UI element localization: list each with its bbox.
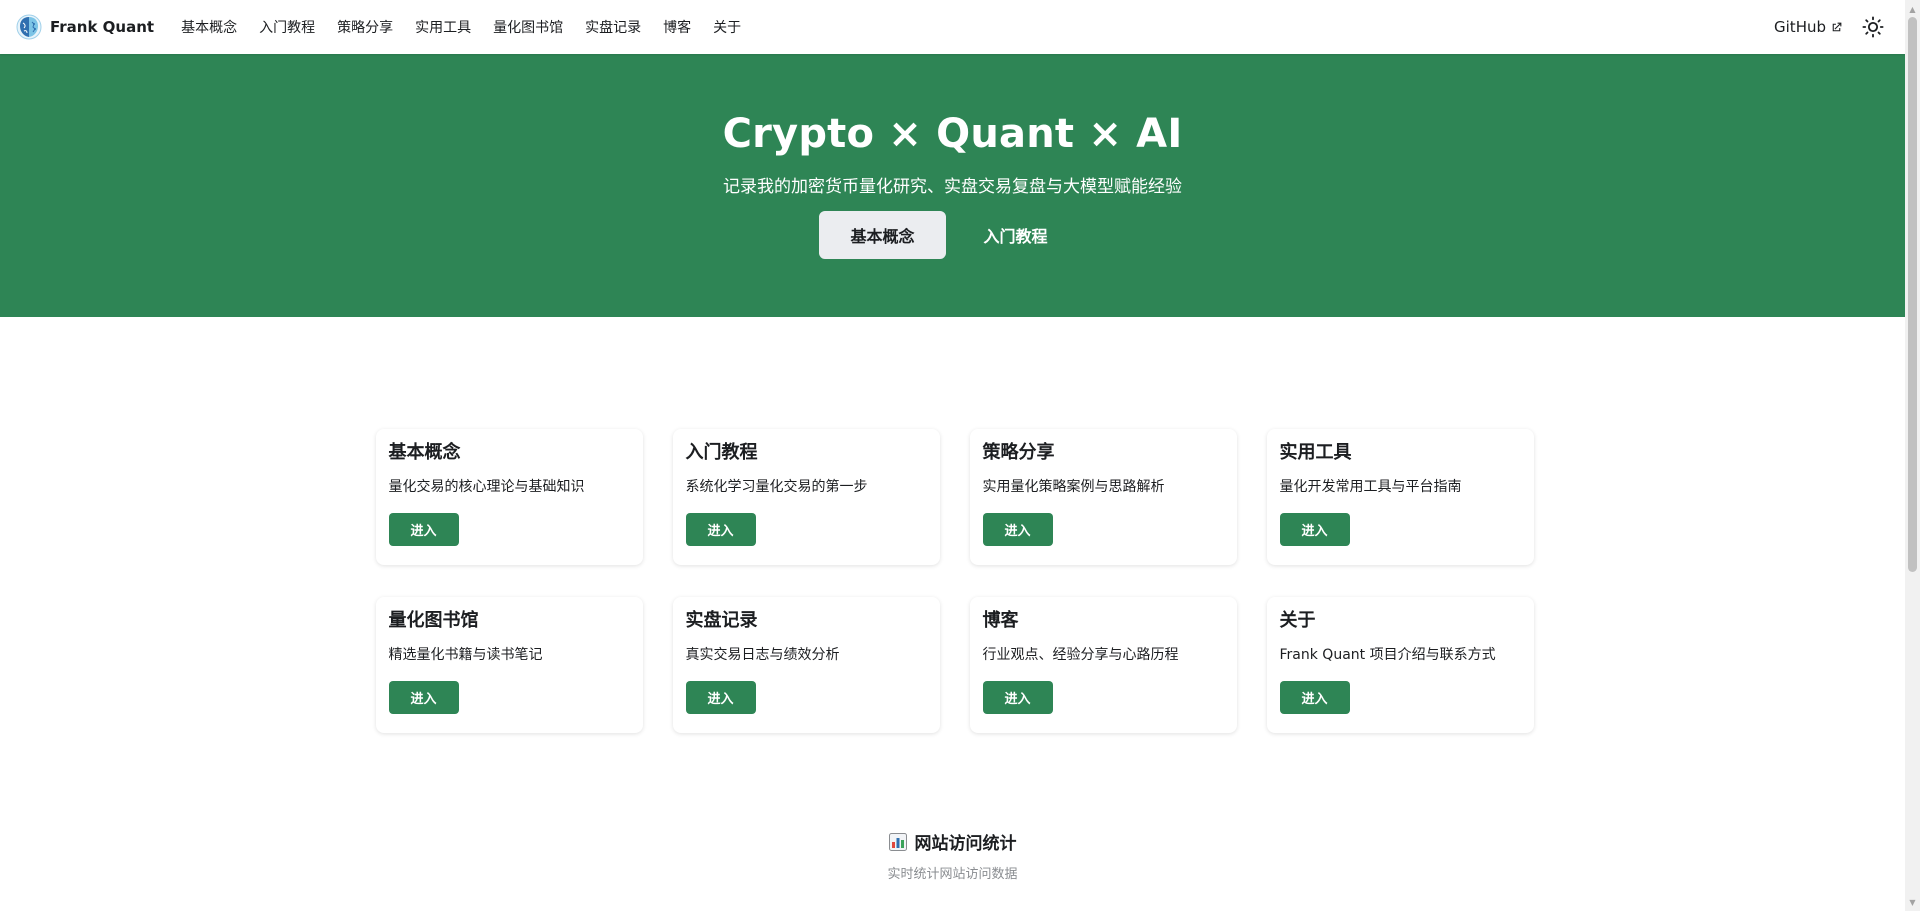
stats-title: 网站访问统计 (888, 829, 1017, 854)
card-description: 实用量化策略案例与思路解析 (982, 479, 1165, 496)
nav-right: GitHub (1774, 11, 1889, 43)
card-live-records: 实盘记录 真实交易日志与绩效分析 进入 (672, 597, 940, 733)
card-description: 系统化学习量化交易的第一步 (685, 479, 868, 496)
stats-title-text: 网站访问统计 (914, 834, 1017, 854)
nav-item-strategies[interactable]: 策略分享 (326, 13, 404, 41)
card-enter-button[interactable]: 进入 (982, 512, 1053, 546)
card-basic-concepts: 基本概念 量化交易的核心理论与基础知识 进入 (375, 429, 643, 565)
nav-item-about[interactable]: 关于 (702, 13, 752, 41)
card-description: Frank Quant 项目介绍与联系方式 (1279, 647, 1496, 664)
nav-item-tutorials[interactable]: 入门教程 (248, 13, 326, 41)
scroll-thumb[interactable] (1908, 17, 1917, 572)
card-title: 关于 (1279, 610, 1316, 631)
theme-toggle-button[interactable] (1857, 11, 1889, 43)
scroll-up-arrow-icon[interactable]: ▲ (1905, 2, 1920, 16)
hero-banner: Crypto × Quant × AI 记录我的加密货币量化研究、实盘交易复盘与… (0, 54, 1905, 317)
page: Frank Quant 基本概念 入门教程 策略分享 实用工具 量化图书馆 实盘… (0, 0, 1905, 911)
card-enter-button[interactable]: 进入 (1279, 512, 1350, 546)
nav-item-blog[interactable]: 博客 (652, 13, 702, 41)
stats-subtitle: 实时统计网站访问数据 (887, 866, 1018, 882)
site-stats: 网站访问统计 实时统计网站访问数据 (0, 829, 1905, 882)
card-strategies: 策略分享 实用量化策略案例与思路解析 进入 (969, 429, 1237, 565)
github-link[interactable]: GitHub (1774, 18, 1843, 36)
external-link-icon (1832, 22, 1842, 31)
brand-title: Frank Quant (50, 18, 155, 36)
card-description: 量化开发常用工具与平台指南 (1279, 479, 1462, 496)
nav-item-tools[interactable]: 实用工具 (404, 13, 482, 41)
card-library: 量化图书馆 精选量化书籍与读书笔记 进入 (375, 597, 643, 733)
sun-icon (1862, 16, 1884, 38)
hero-subtitle: 记录我的加密货币量化研究、实盘交易复盘与大模型赋能经验 (723, 177, 1182, 197)
card-enter-button[interactable]: 进入 (388, 512, 459, 546)
hero-title: Crypto × Quant × AI (722, 111, 1183, 157)
card-enter-button[interactable]: 进入 (1279, 680, 1350, 714)
scroll-down-arrow-icon[interactable]: ▼ (1905, 895, 1920, 909)
nav-items: 基本概念 入门教程 策略分享 实用工具 量化图书馆 实盘记录 博客 关于 (170, 13, 752, 41)
vertical-scrollbar[interactable]: ▲ ▼ (1905, 0, 1920, 911)
card-about: 关于 Frank Quant 项目介绍与联系方式 进入 (1266, 597, 1534, 733)
hero-tutorials-button[interactable]: 入门教程 (946, 212, 1086, 258)
card-title: 实盘记录 (685, 610, 758, 631)
hero-buttons: 基本概念 入门教程 (0, 211, 1905, 259)
feature-cards: 基本概念 量化交易的核心理论与基础知识 进入 入门教程 系统化学习量化交易的第一… (375, 429, 1534, 733)
brand-link[interactable]: Frank Quant (16, 14, 154, 40)
card-description: 量化交易的核心理论与基础知识 (388, 479, 585, 496)
card-title: 量化图书馆 (388, 610, 479, 631)
card-description: 精选量化书籍与读书笔记 (388, 647, 543, 664)
card-description: 真实交易日志与绩效分析 (685, 647, 840, 664)
card-enter-button[interactable]: 进入 (685, 680, 756, 714)
card-tools: 实用工具 量化开发常用工具与平台指南 进入 (1266, 429, 1534, 565)
card-enter-button[interactable]: 进入 (685, 512, 756, 546)
card-title: 基本概念 (388, 442, 461, 463)
hero-basic-concepts-button[interactable]: 基本概念 (819, 211, 946, 259)
navbar: Frank Quant 基本概念 入门教程 策略分享 实用工具 量化图书馆 实盘… (0, 0, 1905, 54)
card-tutorials: 入门教程 系统化学习量化交易的第一步 进入 (672, 429, 940, 565)
card-title: 博客 (982, 610, 1019, 631)
card-enter-button[interactable]: 进入 (388, 680, 459, 714)
card-description: 行业观点、经验分享与心路历程 (982, 647, 1179, 664)
nav-item-basic-concepts[interactable]: 基本概念 (170, 13, 248, 41)
nav-item-library[interactable]: 量化图书馆 (482, 13, 574, 41)
card-blog: 博客 行业观点、经验分享与心路历程 进入 (969, 597, 1237, 733)
brain-logo-icon (16, 14, 42, 40)
card-title: 入门教程 (685, 442, 758, 463)
card-title: 实用工具 (1279, 442, 1352, 463)
github-label: GitHub (1774, 18, 1826, 36)
nav-item-live-records[interactable]: 实盘记录 (574, 13, 652, 41)
card-title: 策略分享 (982, 442, 1055, 463)
bar-chart-icon (888, 832, 907, 851)
card-enter-button[interactable]: 进入 (982, 680, 1053, 714)
